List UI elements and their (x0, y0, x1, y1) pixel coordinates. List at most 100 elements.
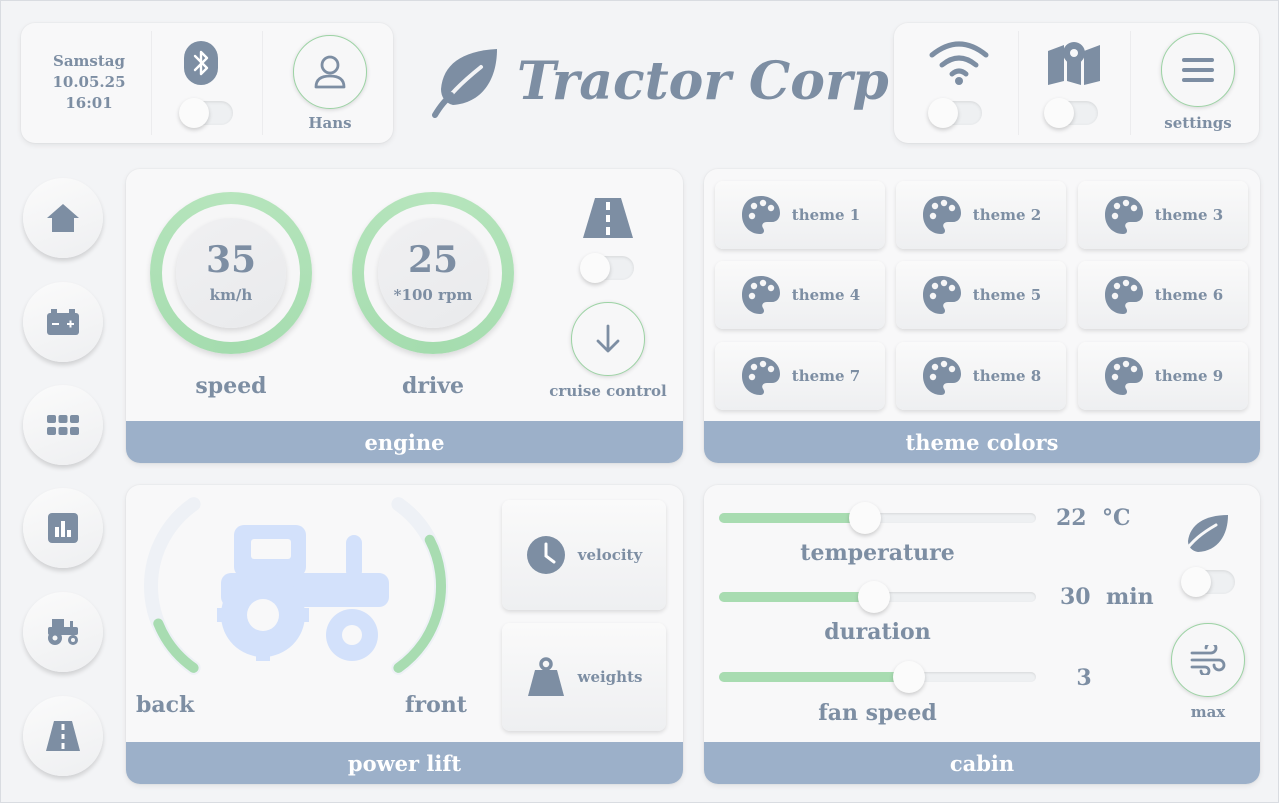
clock-icon (526, 536, 565, 574)
sidebar-item-battery[interactable] (23, 282, 103, 362)
bluetooth-icon[interactable] (184, 41, 218, 85)
divider (1018, 31, 1019, 135)
drive-gauge: 25 *100 rpm (352, 192, 514, 354)
weights-label: weights (577, 668, 643, 686)
speed-label: speed (195, 373, 267, 399)
eco-leaf-icon (1182, 515, 1228, 555)
divider (1130, 31, 1131, 135)
wind-icon (1190, 645, 1226, 675)
sidebar-item-home[interactable] (23, 178, 103, 258)
max-label: max (1190, 703, 1226, 721)
drive-unit: *100 rpm (393, 286, 473, 304)
theme-colors-title: theme colors (704, 421, 1260, 463)
divider (151, 31, 152, 135)
theme-label: theme 1 (791, 206, 861, 224)
temperature-slider[interactable] (719, 502, 1036, 534)
palette-icon (741, 357, 780, 395)
fan-speed-slider-handle[interactable] (893, 661, 926, 693)
velocity-button[interactable]: velocity (502, 500, 666, 610)
theme-label: theme 7 (791, 367, 861, 385)
wifi-toggle[interactable] (928, 98, 982, 128)
cruise-control-button[interactable] (571, 302, 645, 376)
palette-icon (1104, 276, 1143, 314)
theme-label: theme 5 (972, 286, 1042, 304)
power-lift-visual (143, 497, 449, 675)
theme-button-3[interactable]: theme 3 (1078, 181, 1248, 249)
drive-label: drive (401, 373, 465, 399)
speed-gauge: 35 km/h (150, 192, 312, 354)
theme-button-8[interactable]: theme 8 (896, 342, 1066, 410)
bluetooth-toggle[interactable] (179, 98, 233, 128)
palette-icon (922, 276, 961, 314)
theme-label: theme 9 (1154, 367, 1224, 385)
weights-button[interactable]: weights (502, 623, 666, 731)
engine-card: 35 km/h speed 25 *100 rpm drive cruise c… (126, 169, 683, 463)
road-icon (46, 721, 80, 751)
theme-button-4[interactable]: theme 4 (715, 261, 885, 329)
max-fan-button[interactable] (1171, 623, 1245, 697)
map-icon[interactable] (1046, 41, 1102, 85)
sidebar-item-statistics[interactable] (23, 488, 103, 568)
theme-button-7[interactable]: theme 7 (715, 342, 885, 410)
chart-icon (48, 513, 78, 543)
theme-label: theme 2 (972, 206, 1042, 224)
theme-colors-card: theme 1 theme 2 theme 3 theme 4 theme 5 theme… (704, 169, 1260, 463)
settings-menu-button[interactable] (1161, 33, 1235, 107)
user-name: Hans (308, 114, 352, 132)
front-lift-level (393, 534, 447, 673)
temperature-slider-handle[interactable] (848, 502, 881, 534)
palette-icon (741, 196, 780, 234)
duration-slider[interactable] (719, 581, 1036, 613)
theme-label: theme 6 (1154, 286, 1224, 304)
app-frame: Samstag 10.05.25 16:01 Hans Tractor Corp (0, 0, 1279, 803)
theme-button-1[interactable]: theme 1 (715, 181, 885, 249)
theme-button-2[interactable]: theme 2 (896, 181, 1066, 249)
front-label: front (405, 692, 467, 718)
sidebar-item-road[interactable] (23, 696, 103, 776)
apps-grid-icon (47, 415, 79, 435)
tractor-icon (217, 525, 389, 661)
arrow-down-icon (596, 324, 620, 353)
user-avatar-button[interactable] (293, 35, 367, 109)
map-toggle[interactable] (1044, 98, 1098, 128)
power-lift-card: back front velocity weights power lift (126, 485, 683, 784)
drive-value: 25 (407, 239, 459, 281)
velocity-label: velocity (577, 546, 643, 564)
date-time: Samstag 10.05.25 16:01 (21, 51, 157, 114)
settings-label: settings (1164, 114, 1232, 132)
sidebar-item-tractor[interactable] (23, 592, 103, 672)
duration-slider-handle[interactable] (858, 581, 891, 613)
theme-button-5[interactable]: theme 5 (896, 261, 1066, 329)
tractor-settings-icon (48, 619, 78, 645)
cruise-control-label: cruise control (549, 382, 667, 400)
cabin-card: 22 °C temperature 30 min duration 3 fan … (704, 485, 1260, 784)
palette-icon (1104, 357, 1143, 395)
eco-toggle[interactable] (1181, 567, 1235, 597)
date: 10.05.25 (52, 73, 126, 91)
clock: 16:01 (65, 94, 113, 112)
sidebar-item-apps[interactable] (23, 385, 103, 465)
road-mode-toggle[interactable] (580, 253, 634, 283)
palette-icon (1104, 196, 1143, 234)
theme-label: theme 4 (791, 286, 861, 304)
divider (262, 31, 263, 135)
theme-button-9[interactable]: theme 9 (1078, 342, 1248, 410)
weekday: Samstag (52, 52, 125, 70)
back-label: back (136, 692, 195, 718)
palette-icon (741, 276, 780, 314)
engine-title: engine (126, 421, 683, 463)
cabin-title: cabin (704, 742, 1260, 784)
user-icon (314, 55, 346, 89)
temperature-value: 22 °C (1056, 505, 1131, 531)
duration-value: 30 min (1060, 584, 1154, 610)
weight-icon (527, 657, 564, 696)
palette-icon (922, 196, 961, 234)
temperature-label: temperature (800, 540, 955, 566)
brand: Tractor Corp (431, 45, 889, 125)
power-lift-title: power lift (126, 742, 683, 784)
theme-label: theme 8 (972, 367, 1042, 385)
theme-button-6[interactable]: theme 6 (1078, 261, 1248, 329)
wifi-icon[interactable] (928, 41, 990, 85)
fan-speed-slider[interactable] (719, 661, 1036, 693)
speed-unit: km/h (209, 286, 253, 304)
